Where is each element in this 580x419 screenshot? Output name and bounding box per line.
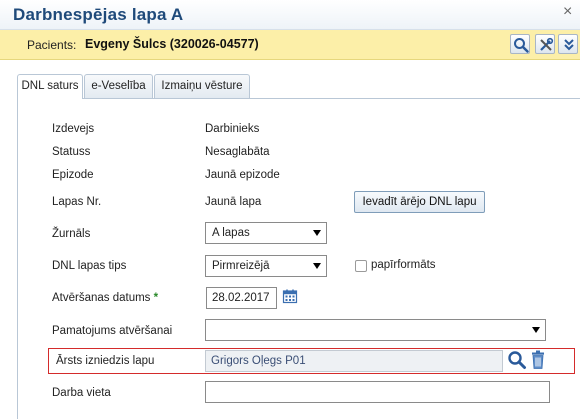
epizode-label: Epizode xyxy=(52,169,94,181)
papirformats-checkbox[interactable] xyxy=(355,260,367,272)
required-mark: * xyxy=(153,292,159,304)
izdevejs-value: Darbinieks xyxy=(205,123,260,135)
atversanas-datums-label: Atvēršanas datums * xyxy=(52,292,158,304)
dropdown-arrow-icon xyxy=(532,327,540,333)
tab-e-veseliba[interactable]: e-Veselība xyxy=(84,74,153,98)
trash-icon[interactable] xyxy=(530,350,546,370)
atversanas-datums-input[interactable]: 28.02.2017 xyxy=(206,287,277,309)
arsts-label: Ārsts izniedzis lapu xyxy=(56,355,155,367)
zurnals-label: Žurnāls xyxy=(52,228,91,240)
tab-izmainu-vesture[interactable]: Izmaiņu vēsture xyxy=(154,74,250,98)
atversanas-datums-label-text: Atvēršanas datums xyxy=(52,292,151,304)
patient-name: Evgeny Šulcs (320026-04577) xyxy=(85,37,259,51)
window-title: Darbnespējas lapa A xyxy=(13,5,184,24)
pamatojums-label: Pamatojums atvēršanai xyxy=(52,325,173,337)
darba-vieta-label: Darba vieta xyxy=(52,387,111,399)
lapas-nr-value: Jaunā lapa xyxy=(205,196,262,208)
search-button[interactable] xyxy=(510,34,530,54)
search-icon[interactable] xyxy=(507,350,527,370)
collapse-button[interactable] xyxy=(558,34,578,54)
patient-label: Pacients: xyxy=(27,38,77,52)
epizode-value: Jaunā epizode xyxy=(205,169,280,181)
patient-bar: Pacients: Evgeny Šulcs (320026-04577) xyxy=(0,30,580,60)
dnl-tips-select-value: Pirmreizējā xyxy=(212,260,270,272)
ievadit-arejo-dnl-button[interactable]: Ievadīt ārējo DNL lapu xyxy=(354,191,485,213)
arsts-input[interactable]: Grigors Oļegs P01 xyxy=(205,350,503,372)
zurnals-select[interactable]: A lapas xyxy=(205,222,327,244)
statuss-value: Nesaglabāta xyxy=(205,146,270,158)
dnl-tips-select[interactable]: Pirmreizējā xyxy=(205,255,327,277)
form-panel: DNL saturs e-Veselība Izmaiņu vēsture Iz… xyxy=(12,74,580,419)
calendar-icon[interactable] xyxy=(282,288,298,304)
collapse-double-chevron-icon xyxy=(564,39,574,51)
dropdown-arrow-icon xyxy=(313,230,321,236)
search-icon xyxy=(514,38,529,53)
darba-vieta-input[interactable] xyxy=(205,381,550,403)
close-icon[interactable]: × xyxy=(563,3,572,21)
izdevejs-label: Izdevejs xyxy=(52,123,95,135)
lapas-nr-label: Lapas Nr. xyxy=(52,196,102,208)
settings-button[interactable] xyxy=(535,34,555,54)
statuss-label: Statuss xyxy=(52,146,91,158)
tab-dnl-saturs[interactable]: DNL saturs xyxy=(17,74,83,99)
pamatojums-select[interactable] xyxy=(205,319,546,341)
window-titlebar: Darbnespējas lapa A × xyxy=(0,0,580,30)
tab-content: Izdevejs Darbinieks Statuss Nesaglabāta … xyxy=(17,98,580,419)
settings-tools-icon xyxy=(540,37,554,51)
zurnals-select-value: A lapas xyxy=(212,227,250,239)
papirformats-label: papīrformāts xyxy=(371,259,436,271)
dnl-tips-label: DNL lapas tips xyxy=(52,260,127,272)
dropdown-arrow-icon xyxy=(313,263,321,269)
